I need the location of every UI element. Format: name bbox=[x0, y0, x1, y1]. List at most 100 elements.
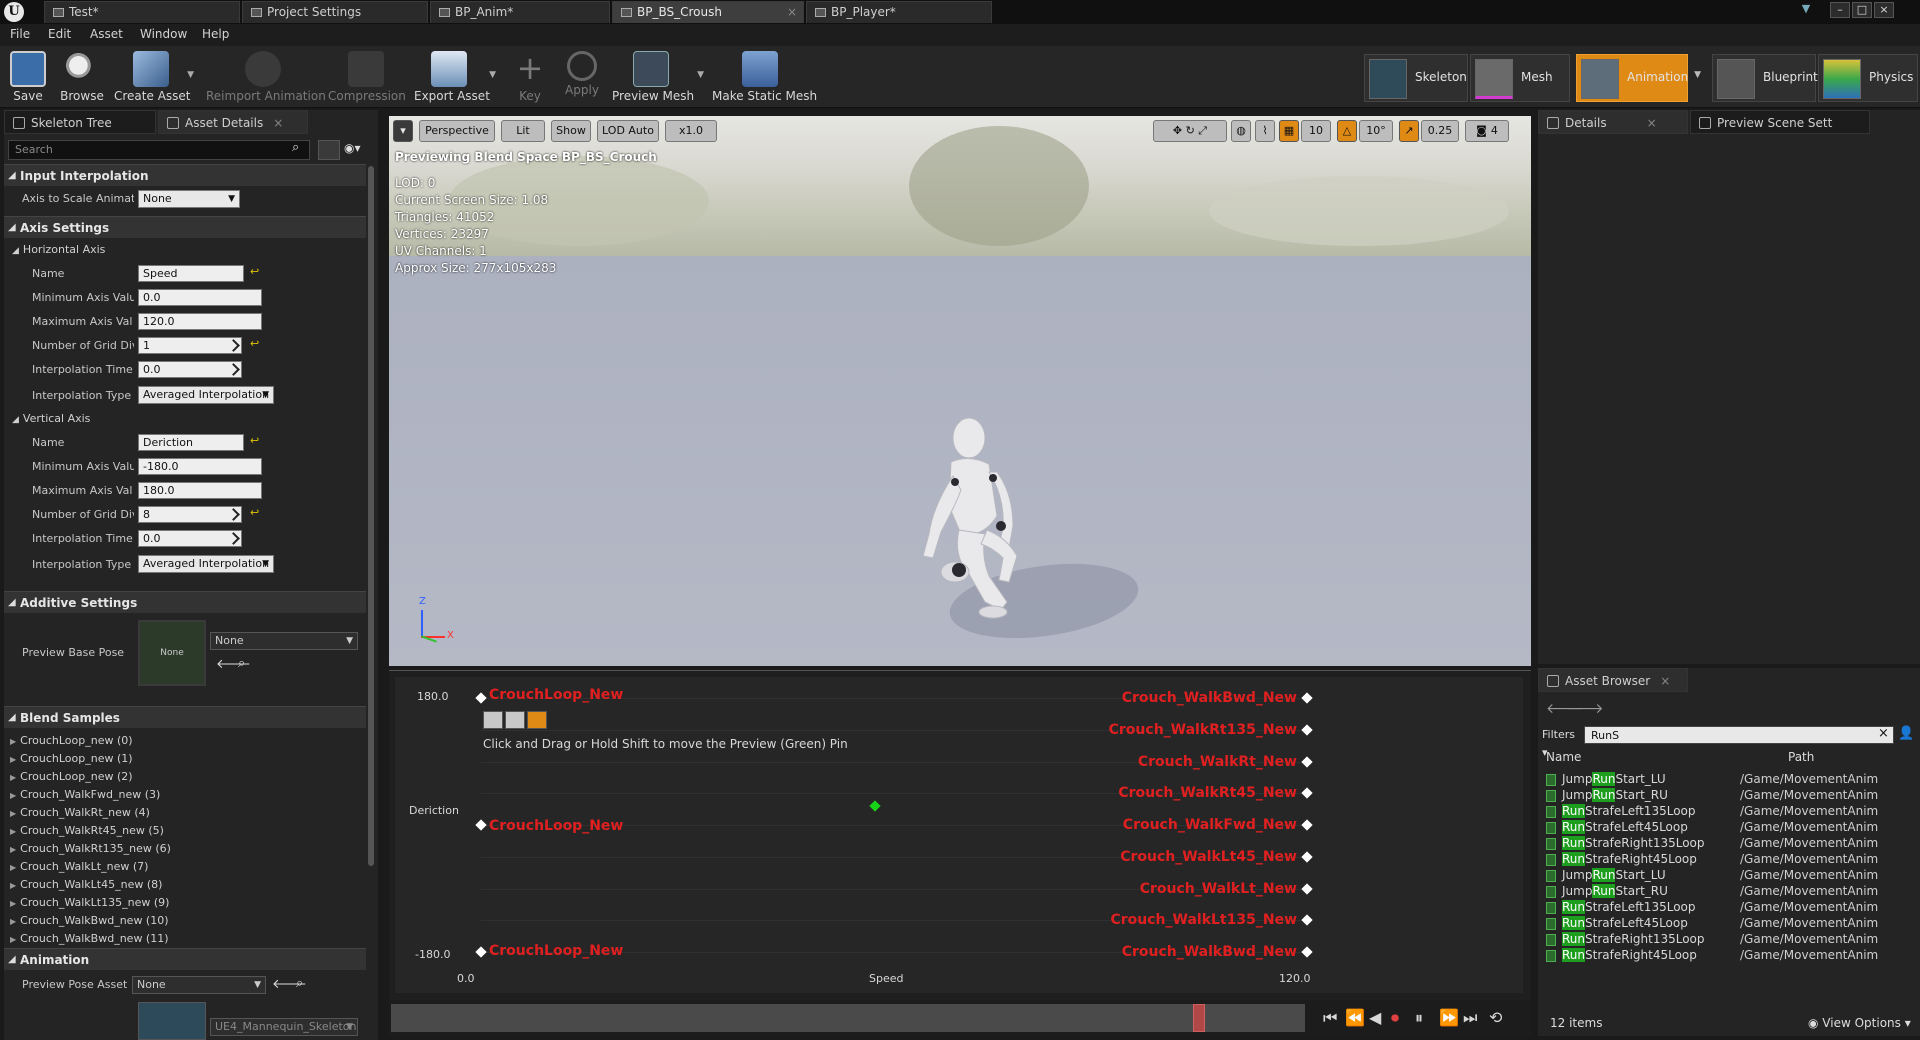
make-static-mesh-button[interactable]: Make Static Mesh bbox=[712, 48, 817, 106]
close-icon[interactable]: × bbox=[787, 2, 797, 23]
expand-arrow-icon[interactable]: ▶ bbox=[10, 737, 16, 746]
view-options-button[interactable]: ◉ View Options ▾ bbox=[1808, 1016, 1911, 1030]
mode-mesh[interactable]: Mesh ▼ bbox=[1470, 54, 1583, 102]
tab-preview-scene-settings[interactable]: Preview Scene Sett bbox=[1690, 110, 1870, 134]
tab-asset-browser[interactable]: Asset Browser × bbox=[1538, 668, 1688, 692]
close-icon[interactable]: × bbox=[1647, 116, 1657, 130]
h-interp-time-spinbox[interactable]: 0.0 bbox=[138, 361, 242, 378]
expand-arrow-icon[interactable]: ▶ bbox=[10, 809, 16, 818]
perspective-button[interactable]: Perspective bbox=[419, 120, 495, 142]
asset-row[interactable]: RunStrafeLeft135Loop/Game/MovementAnim bbox=[1542, 900, 1916, 916]
v-interp-time-spinbox[interactable]: 0.0 bbox=[138, 530, 242, 547]
expand-arrow-icon[interactable]: ▶ bbox=[10, 881, 16, 890]
blend-sample-item[interactable]: ▶ Crouch_WalkLt_new (7) bbox=[10, 860, 148, 873]
column-name[interactable]: Name bbox=[1546, 750, 1581, 764]
blend-sample-item[interactable]: ▶ CrouchLoop_new (0) bbox=[10, 734, 133, 747]
close-icon[interactable]: × bbox=[1660, 674, 1670, 688]
scale-snap-icon[interactable]: ↗ bbox=[1399, 120, 1419, 142]
lod-button[interactable]: LOD Auto bbox=[597, 120, 659, 142]
chevron-down-icon[interactable]: ▼ bbox=[187, 70, 194, 80]
h-min-input[interactable]: 0.0 bbox=[138, 289, 262, 306]
v-interp-type-select[interactable]: Averaged Interpolation ▼ bbox=[138, 555, 274, 573]
tab-details[interactable]: Details × bbox=[1538, 110, 1688, 134]
triangulation-toggle-icon[interactable] bbox=[483, 711, 503, 729]
expand-arrow-icon[interactable]: ▶ bbox=[10, 791, 16, 800]
key-button[interactable]: + Key bbox=[512, 48, 548, 106]
save-button[interactable]: Save bbox=[4, 48, 52, 106]
section-animation[interactable]: ◢ Animation bbox=[4, 948, 366, 970]
mode-animation[interactable]: Animation ▼ bbox=[1576, 54, 1701, 102]
expand-arrow-icon[interactable]: ▶ bbox=[10, 899, 16, 908]
blend-sample-marker[interactable] bbox=[1301, 787, 1313, 799]
section-axis-settings[interactable]: ◢ Axis Settings bbox=[4, 216, 366, 238]
expand-arrow-icon[interactable]: ▶ bbox=[10, 845, 16, 854]
chevron-down-icon[interactable]: ▼ bbox=[489, 70, 496, 80]
asset-row[interactable]: RunStrafeLeft135Loop/Game/MovementAnim bbox=[1542, 804, 1916, 820]
world-local-icon[interactable]: ◍ bbox=[1231, 120, 1251, 142]
list-view-icon[interactable] bbox=[318, 140, 340, 160]
v-max-input[interactable]: 180.0 bbox=[138, 482, 262, 499]
tab-project-settings[interactable]: Project Settings bbox=[242, 1, 428, 23]
pause-icon[interactable]: ⏸ bbox=[1415, 1008, 1423, 1028]
v-min-input[interactable]: -180.0 bbox=[138, 458, 262, 475]
grid-snap-value[interactable]: 10 bbox=[1301, 120, 1331, 142]
h-interp-type-select[interactable]: Averaged Interpolation ▼ bbox=[138, 386, 274, 404]
tab-test[interactable]: Test* bbox=[44, 1, 240, 23]
preview-pose-asset-select[interactable]: None ▼ bbox=[132, 976, 266, 994]
viewport-options-button[interactable]: ▾ bbox=[393, 120, 413, 142]
record-icon[interactable]: ⏺ bbox=[1391, 1008, 1399, 1028]
expand-arrow-icon[interactable]: ▶ bbox=[10, 827, 16, 836]
preview-pin[interactable] bbox=[869, 800, 881, 812]
reset-arrow-icon[interactable]: ↩ bbox=[250, 337, 259, 350]
rotation-snap-value[interactable]: 10° bbox=[1359, 120, 1393, 142]
section-input-interpolation[interactable]: ◢ Input Interpolation bbox=[4, 164, 366, 186]
playback-speed-button[interactable]: x1.0 bbox=[665, 120, 717, 142]
blend-sample-marker[interactable] bbox=[1301, 851, 1313, 863]
camera-speed-button[interactable]: ◙ 4 bbox=[1465, 120, 1509, 142]
preview-viewport[interactable]: ▾ Perspective Lit Show LOD Auto x1.0 ✥ ↻… bbox=[389, 116, 1531, 666]
blend-sample-marker[interactable] bbox=[475, 819, 487, 831]
loop-icon[interactable]: ⟲ bbox=[1489, 1008, 1502, 1027]
axis-to-scale-select[interactable]: None ▼ bbox=[138, 190, 240, 208]
close-window-button[interactable]: × bbox=[1874, 2, 1894, 18]
menu-file[interactable]: File bbox=[10, 27, 30, 41]
lit-button[interactable]: Lit bbox=[501, 120, 545, 142]
expand-arrow-icon[interactable]: ▶ bbox=[10, 917, 16, 926]
blend-sample-marker[interactable] bbox=[475, 946, 487, 958]
show-button[interactable]: Show bbox=[551, 120, 591, 142]
maximize-button[interactable]: □ bbox=[1852, 2, 1872, 18]
blend-sample-item[interactable]: ▶ Crouch_WalkBwd_new (11) bbox=[10, 932, 169, 945]
chevron-down-icon[interactable]: ▼ bbox=[697, 70, 704, 80]
tab-bp-anim[interactable]: BP_Anim* bbox=[430, 1, 610, 23]
blend-sample-marker[interactable] bbox=[475, 692, 487, 704]
play-reverse-icon[interactable]: ◀ bbox=[1369, 1008, 1381, 1027]
blend-sample-marker[interactable] bbox=[1301, 724, 1313, 736]
tab-bp-bs-croush[interactable]: BP_BS_Croush × bbox=[612, 1, 804, 23]
blend-sample-marker[interactable] bbox=[1301, 946, 1313, 958]
transform-tools[interactable]: ✥ ↻ ⤢ bbox=[1153, 120, 1227, 142]
tab-asset-details[interactable]: Asset Details × bbox=[158, 110, 308, 134]
preview-base-pose-thumbnail[interactable]: None bbox=[138, 620, 206, 686]
reset-arrow-icon[interactable]: ↩ bbox=[250, 506, 259, 519]
menu-asset[interactable]: Asset bbox=[90, 27, 123, 41]
use-selected-arrow-icon[interactable]: 🡐 bbox=[216, 656, 251, 672]
unreal-logo-icon[interactable]: U bbox=[4, 2, 24, 22]
browse-button[interactable]: Browse bbox=[56, 48, 108, 106]
minimize-button[interactable]: – bbox=[1830, 2, 1850, 18]
compression-button[interactable]: Compression bbox=[328, 48, 406, 106]
eye-icon[interactable]: ◉▾ bbox=[344, 141, 361, 155]
apply-button[interactable]: Apply bbox=[562, 48, 602, 106]
notification-icon[interactable]: ▼ bbox=[1796, 2, 1816, 18]
expand-arrow-icon[interactable]: ▶ bbox=[10, 773, 16, 782]
expand-arrow-icon[interactable]: ▶ bbox=[10, 755, 16, 764]
export-asset-button[interactable]: Export Asset ▼ bbox=[414, 48, 496, 106]
filters-button[interactable]: Filters ▾ bbox=[1542, 726, 1582, 759]
asset-row[interactable]: RunStrafeRight135Loop/Game/MovementAnim bbox=[1542, 932, 1916, 948]
asset-row[interactable]: RunStrafeRight45Loop/Game/MovementAnim bbox=[1542, 852, 1916, 868]
surface-snap-icon[interactable]: ⌇ bbox=[1255, 120, 1275, 142]
preview-base-pose-select[interactable]: None ▼ bbox=[210, 632, 358, 650]
details-search-input[interactable]: Search bbox=[8, 140, 310, 160]
skeleton-select[interactable]: UE4_Mannequin_Skeleton ▼ bbox=[210, 1018, 358, 1036]
preview-mesh-button[interactable]: Preview Mesh ▼ bbox=[612, 48, 704, 106]
timeline-track[interactable] bbox=[391, 1004, 1305, 1032]
